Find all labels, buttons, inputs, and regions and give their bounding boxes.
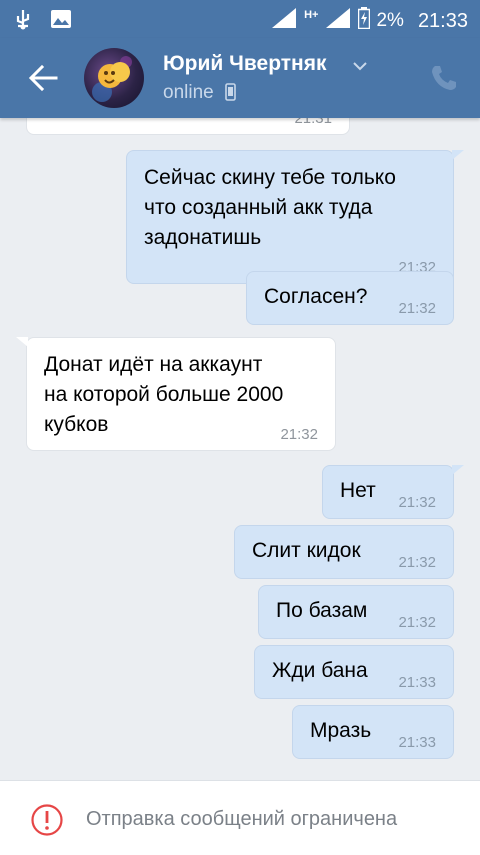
message-outgoing[interactable]: Нет 21:32 (322, 465, 464, 519)
message-text: Согласен? (264, 285, 368, 308)
message-time: 21:32 (280, 426, 318, 443)
battery-icon (358, 7, 371, 35)
status-bar: H+ 2% 21:33 (0, 0, 480, 38)
bubble-tail (452, 150, 464, 160)
message-outgoing[interactable]: Согласен? 21:32 (246, 271, 454, 325)
message-line: Сейчас скину тебе только (144, 166, 396, 189)
message-outgoing[interactable]: Мразь 21:33 (292, 705, 454, 759)
message-text: Сейчас скину тебе только что созданный а… (144, 163, 396, 253)
message-time: 21:32 (398, 300, 436, 317)
message-time: 21:32 (398, 494, 436, 511)
usb-debug-icon (14, 8, 32, 35)
network-type: H+ (304, 9, 319, 21)
bubble-tail (16, 337, 28, 347)
status-left-icons (14, 8, 72, 35)
message-text: По базам (276, 599, 368, 622)
chat-header: Юрий Чвертняк online (0, 38, 480, 118)
message-line: задонатишь (144, 226, 262, 249)
contact-name[interactable]: Юрий Чвертняк (163, 52, 327, 76)
messaging-restricted-label: Отправка сообщений ограничена (86, 808, 398, 830)
message-text: Жди бана (272, 659, 368, 682)
message-incoming[interactable]: Донат идёт на аккаунт на которой больше … (16, 337, 336, 451)
message-outgoing[interactable]: Сейчас скину тебе только что созданный а… (126, 150, 464, 284)
message-text: Мразь (310, 719, 372, 742)
message-time: 21:33 (398, 734, 436, 751)
avatar[interactable] (84, 48, 144, 108)
bubble-tail (452, 465, 464, 475)
message-outgoing[interactable]: По базам 21:32 (258, 585, 454, 639)
composer-restricted-bar: Отправка сообщений ограничена (0, 780, 480, 855)
status-right: H+ 2% 21:33 (270, 6, 468, 36)
message-time: 21:32 (398, 554, 436, 571)
message-list[interactable]: 21:31 Сейчас скину тебе только что созда… (0, 118, 480, 780)
message-text: Донат идёт на аккаунт на которой больше … (44, 350, 283, 440)
phone-mobile-icon (225, 83, 236, 107)
contact-status: online (163, 82, 236, 107)
message-line: Донат идёт на аккаунт (44, 353, 263, 376)
message-text: Нет (340, 479, 376, 502)
message-time: 21:31 (294, 118, 332, 127)
message-text: Слит кидок (252, 539, 361, 562)
clock: 21:33 (417, 9, 468, 32)
image-icon (50, 9, 72, 34)
message-line: на которой больше 2000 (44, 383, 284, 406)
phone-icon (432, 66, 456, 90)
message-line: кубков (44, 413, 109, 436)
status-text: online (163, 82, 214, 103)
message-incoming[interactable]: 21:31 (26, 118, 350, 135)
call-button[interactable] (428, 62, 460, 94)
message-outgoing[interactable]: Слит кидок 21:32 (234, 525, 454, 579)
back-arrow-icon (28, 64, 58, 92)
message-time: 21:33 (398, 674, 436, 691)
signal-icon (324, 6, 352, 36)
signal-icon (270, 6, 298, 36)
message-line: что созданный акк туда (144, 196, 373, 219)
chevron-down-icon[interactable] (352, 58, 368, 76)
message-time: 21:32 (398, 614, 436, 631)
message-outgoing[interactable]: Жди бана 21:33 (254, 645, 454, 699)
warning-icon (30, 803, 64, 837)
battery-percent: 2% (376, 10, 404, 31)
back-button[interactable] (26, 60, 62, 96)
